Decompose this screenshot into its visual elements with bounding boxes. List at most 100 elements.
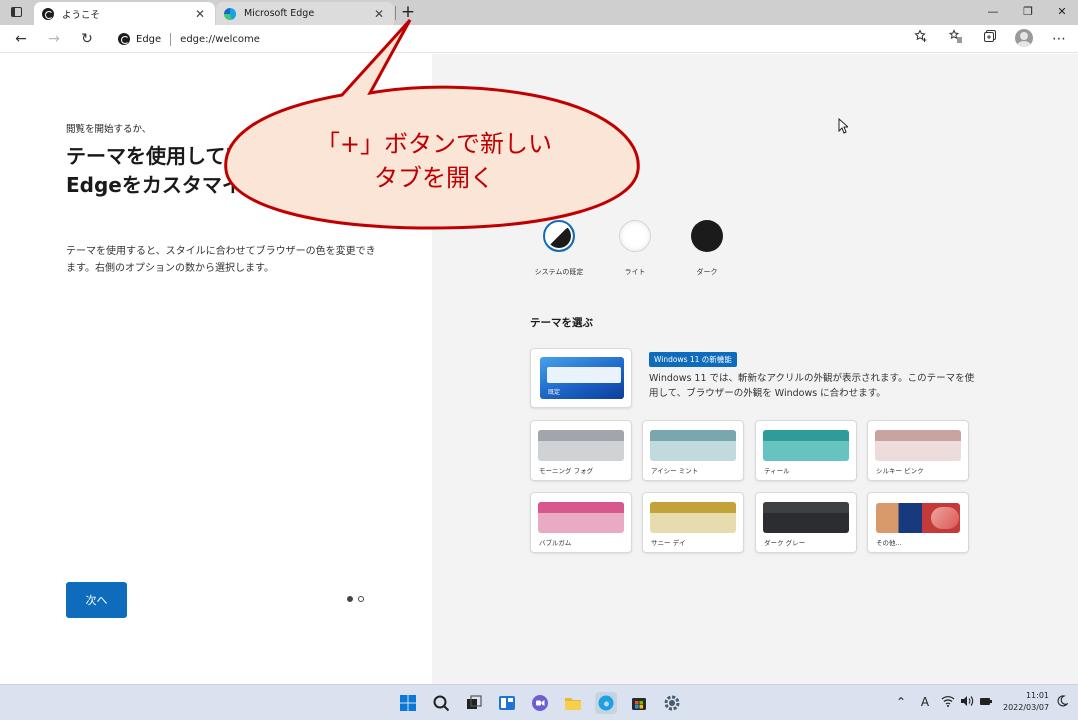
theme-card-label: 既定: [548, 389, 561, 396]
widgets-button[interactable]: [496, 692, 518, 714]
mouse-pointer-icon: [838, 118, 848, 134]
star-plus-icon: [914, 29, 927, 42]
pagination-dot[interactable]: [358, 596, 364, 602]
theme-card[interactable]: アイシー ミント: [642, 420, 744, 481]
welcome-description: テーマを使用すると、スタイルに合わせてブラウザーの色を変更できます。右側のオプシ…: [66, 246, 376, 274]
ime-indicator[interactable]: A: [917, 695, 933, 709]
profile-avatar-button[interactable]: [1015, 29, 1033, 47]
store-icon: [632, 698, 646, 710]
collections-button[interactable]: [980, 29, 1000, 49]
edge-welcome-favicon-icon: [42, 7, 54, 20]
theme-tabbar-preview: [538, 502, 624, 513]
minimize-button[interactable]: —: [982, 4, 1004, 20]
add-favorite-button[interactable]: [911, 29, 931, 49]
theme-label: ダーク グレー: [764, 539, 806, 547]
theme-label: その他...: [876, 539, 902, 547]
theme-card[interactable]: モーニング フォグ: [530, 420, 632, 481]
theme-card[interactable]: ティール: [755, 420, 857, 481]
battery-plug-icon: [980, 698, 992, 705]
appearance-label: ダーク: [696, 268, 718, 276]
settings-button[interactable]: [661, 692, 683, 714]
edge-logo-icon: [598, 695, 614, 711]
tab-actions-menu-button[interactable]: [6, 4, 26, 20]
edge-taskbar-button[interactable]: [595, 692, 617, 714]
close-window-button[interactable]: ✕: [1051, 4, 1073, 20]
wifi-icon[interactable]: [940, 695, 956, 710]
theme-card[interactable]: バブルガム: [530, 492, 632, 553]
clock-time: 11:01: [1025, 691, 1049, 700]
store-button[interactable]: [628, 692, 650, 714]
favorites-button[interactable]: [946, 29, 966, 49]
folder-icon: [565, 698, 581, 710]
file-explorer-button[interactable]: [562, 692, 584, 714]
tab-close-button[interactable]: ✕: [193, 7, 207, 21]
refresh-button[interactable]: ↻: [77, 29, 97, 49]
theme-preview-art: [538, 502, 624, 533]
battery-icon[interactable]: [978, 695, 994, 710]
theme-preview-art: [650, 502, 736, 533]
wifi-signal-icon: [941, 696, 955, 707]
tab-title: ようこそ: [62, 9, 101, 21]
theme-card-more[interactable]: その他...: [867, 492, 969, 553]
search-icon: [433, 695, 450, 712]
address-separator: [170, 32, 172, 46]
appearance-label: システムの既定: [534, 268, 584, 276]
windows-logo-icon: [400, 695, 416, 711]
pagination-dots: [347, 596, 364, 602]
theme-section-title: テーマを選ぶ: [530, 317, 593, 329]
theme-label: バブルガム: [539, 539, 572, 547]
moon-icon: [1057, 695, 1069, 707]
theme-card[interactable]: シルキー ピンク: [867, 420, 969, 481]
forward-button[interactable]: →: [44, 29, 64, 49]
volume-icon[interactable]: [959, 695, 975, 710]
appearance-label: ライト: [624, 268, 646, 276]
callout-shape: [224, 18, 640, 230]
edge-site-icon: [118, 33, 130, 45]
tab-welcome[interactable]: ようこそ ✕: [34, 2, 215, 25]
callout-line-2: タブを開く: [374, 164, 494, 192]
preview-panel: [547, 367, 621, 383]
callout-bubble: 「+」ボタンで新しい タブを開く: [224, 18, 640, 230]
windows11-theme-description: Windows 11 では、斬新なアクリルの外観が表示されます。このテーマを使用…: [649, 373, 975, 399]
theme-label: モーニング フォグ: [539, 467, 594, 475]
site-identity-label: Edge: [136, 33, 162, 45]
speaker-icon: [961, 696, 974, 706]
appearance-option-dark[interactable]: ダーク: [667, 220, 747, 277]
system-clock[interactable]: 11:01 2022/03/07: [1003, 690, 1049, 714]
windows-taskbar: ⌃ A 11:01 2022/03/07: [0, 684, 1078, 720]
theme-card-windows11[interactable]: 既定: [530, 348, 632, 408]
start-button[interactable]: [397, 692, 419, 714]
search-button[interactable]: [430, 692, 452, 714]
theme-card[interactable]: サニー デイ: [642, 492, 744, 553]
gear-icon: [664, 695, 680, 711]
theme-label: アイシー ミント: [651, 467, 699, 475]
callout-line-1: 「+」ボタンで新しい: [316, 130, 552, 158]
theme-tabbar-preview: [763, 502, 849, 513]
theme-preview-art: [875, 430, 961, 461]
pagination-dot-active[interactable]: [347, 596, 353, 602]
theme-preview-art: [763, 430, 849, 461]
widgets-icon: [499, 696, 515, 710]
theme-tabbar-preview: [650, 430, 736, 441]
theme-tabbar-preview: [875, 430, 961, 441]
task-view-button[interactable]: [463, 692, 485, 714]
back-button[interactable]: ←: [11, 29, 31, 49]
chat-icon: [532, 695, 548, 711]
collections-icon: [984, 30, 996, 42]
settings-more-button[interactable]: ⋯: [1049, 29, 1069, 49]
new-feature-badge: Windows 11 の新機能: [649, 352, 737, 367]
theme-tabbar-preview: [763, 430, 849, 441]
theme-label: サニー デイ: [651, 539, 686, 547]
notification-center-icon[interactable]: [1054, 695, 1070, 710]
tray-overflow-chevron-icon[interactable]: ⌃: [893, 695, 909, 709]
theme-label: シルキー ピンク: [876, 467, 924, 475]
more-themes-art: [876, 503, 960, 533]
theme-tabbar-preview: [650, 502, 736, 513]
theme-card[interactable]: ダーク グレー: [755, 492, 857, 553]
next-button[interactable]: 次へ: [66, 582, 127, 618]
favorites-list-icon: [948, 29, 962, 43]
dark-swatch: [691, 220, 723, 252]
welcome-kicker: 閲覧を開始するか、: [66, 124, 152, 135]
restore-button[interactable]: ❐: [1017, 4, 1039, 20]
chat-button[interactable]: [529, 692, 551, 714]
